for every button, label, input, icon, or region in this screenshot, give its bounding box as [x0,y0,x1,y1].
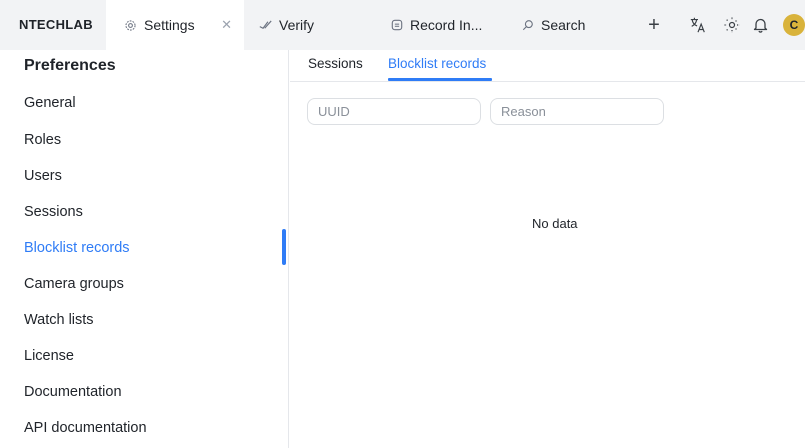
sidebar-item-sessions[interactable]: Sessions [24,204,83,220]
close-icon[interactable]: ✕ [221,17,232,33]
tab-verify-label: Verify [279,17,315,33]
active-item-indicator [282,229,286,265]
search-icon [522,19,534,31]
main-content: Sessions Blocklist records No data [290,50,805,448]
sidebar: Preferences General Roles Users Sessions… [0,50,289,448]
theme-toggle-icon[interactable] [722,14,742,36]
subtab-sessions[interactable]: Sessions [308,56,363,71]
bell-icon[interactable] [750,14,770,36]
tab-search[interactable]: Search [522,0,632,50]
sidebar-item-roles[interactable]: Roles [24,132,61,148]
record-icon [391,19,403,31]
sidebar-item-license[interactable]: License [24,348,74,364]
add-tab-icon[interactable]: + [645,14,663,36]
uuid-filter-input[interactable] [307,98,481,125]
sidebar-item-watch-lists[interactable]: Watch lists [24,312,94,328]
reason-filter-input[interactable] [490,98,664,125]
gear-icon [124,19,137,32]
translate-icon[interactable] [688,14,708,36]
sidebar-item-camera-groups[interactable]: Camera groups [24,276,124,292]
subtab-bar: Sessions Blocklist records [290,50,805,82]
tab-record-in[interactable]: Record In... [386,0,501,50]
empty-state-text: No data [532,216,578,231]
sidebar-item-users[interactable]: Users [24,168,62,184]
tab-verify[interactable]: Verify [249,0,364,50]
avatar[interactable]: C [783,14,805,36]
subtab-blocklist-records[interactable]: Blocklist records [388,56,486,71]
top-bar: NTECHLAB Settings ✕ Verify Record In... … [0,0,805,50]
tab-settings-label: Settings [144,17,195,33]
verify-icon [259,20,272,30]
tab-settings[interactable]: Settings ✕ [106,0,244,50]
subtab-active-underline [388,78,492,81]
sidebar-title: Preferences [24,57,116,74]
brand-logo[interactable]: NTECHLAB [19,17,93,32]
sidebar-item-general[interactable]: General [24,95,76,111]
sidebar-item-api-documentation[interactable]: API documentation [24,420,147,436]
sidebar-item-documentation[interactable]: Documentation [24,384,122,400]
sidebar-item-blocklist-records[interactable]: Blocklist records [24,240,130,256]
tab-record-label: Record In... [410,17,483,33]
tab-search-label: Search [541,17,586,33]
